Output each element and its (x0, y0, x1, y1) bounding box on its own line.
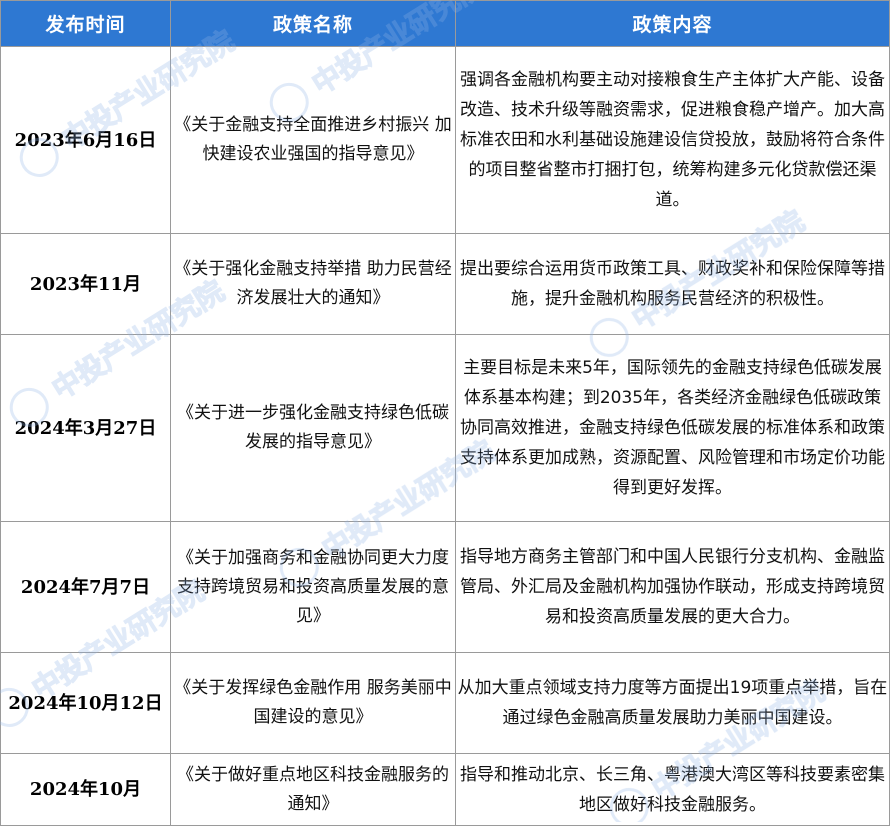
policy-name-cell: 《关于金融支持全面推进乡村振兴 加快建设农业强国的指导意见》 (170, 46, 456, 234)
table-row: 2024年3月27日 《关于进一步强化金融支持绿色低碳发展的指导意见》 主要目标… (0, 334, 890, 522)
release-date-cell: 2024年10月12日 (0, 652, 171, 754)
release-date-cell: 2023年6月16日 (0, 46, 171, 234)
table-row: 2024年10月 《关于做好重点地区科技金融服务的通知》 指导和推动北京、长三角… (0, 753, 890, 826)
policy-name-cell: 《关于发挥绿色金融作用 服务美丽中国建设的意见》 (170, 652, 456, 754)
table-row: 2024年7月7日 《关于加强商务和金融协同更大力度支持跨境贸易和投资高质量发展… (0, 521, 890, 653)
policy-name-cell: 《关于加强商务和金融协同更大力度支持跨境贸易和投资高质量发展的意见》 (170, 521, 456, 653)
policy-content-cell: 主要目标是未来5年，国际领先的金融支持绿色低碳发展体系基本构建；到2035年，各… (455, 334, 890, 522)
policy-content-cell: 从加大重点领域支持力度等方面提出19项重点举措，旨在通过绿色金融高质量发展助力美… (455, 652, 890, 754)
table-row: 2023年11月 《关于强化金融支持举措 助力民营经济发展壮大的通知》 提出要综… (0, 233, 890, 335)
policy-name-cell: 《关于强化金融支持举措 助力民营经济发展壮大的通知》 (170, 233, 456, 335)
policy-content-cell: 强调各金融机构要主动对接粮食生产主体扩大产能、设备改造、技术升级等融资需求，促进… (455, 46, 890, 234)
policy-table: 发布时间 政策名称 政策内容 2023年6月16日 《关于金融支持全面推进乡村振… (0, 0, 890, 826)
policy-name-cell: 《关于做好重点地区科技金融服务的通知》 (170, 753, 456, 826)
table-row: 2024年10月12日 《关于发挥绿色金融作用 服务美丽中国建设的意见》 从加大… (0, 652, 890, 754)
header-release-date: 发布时间 (0, 0, 171, 47)
policy-name-cell: 《关于进一步强化金融支持绿色低碳发展的指导意见》 (170, 334, 456, 522)
release-date-cell: 2024年10月 (0, 753, 171, 826)
header-policy-content: 政策内容 (455, 0, 890, 47)
policy-content-cell: 指导和推动北京、长三角、粤港澳大湾区等科技要素密集地区做好科技金融服务。 (455, 753, 890, 826)
release-date-cell: 2024年3月27日 (0, 334, 171, 522)
table-row: 2023年6月16日 《关于金融支持全面推进乡村振兴 加快建设农业强国的指导意见… (0, 46, 890, 234)
policy-content-cell: 指导地方商务主管部门和中国人民银行分支机构、金融监管局、外汇局及金融机构加强协作… (455, 521, 890, 653)
policy-content-cell: 提出要综合运用货币政策工具、财政奖补和保险保障等措施，提升金融机构服务民营经济的… (455, 233, 890, 335)
table-header: 发布时间 政策名称 政策内容 (0, 0, 890, 47)
release-date-cell: 2024年7月7日 (0, 521, 171, 653)
header-row: 发布时间 政策名称 政策内容 (0, 0, 890, 47)
header-policy-name: 政策名称 (170, 0, 456, 47)
table-body: 2023年6月16日 《关于金融支持全面推进乡村振兴 加快建设农业强国的指导意见… (0, 46, 890, 826)
release-date-cell: 2023年11月 (0, 233, 171, 335)
